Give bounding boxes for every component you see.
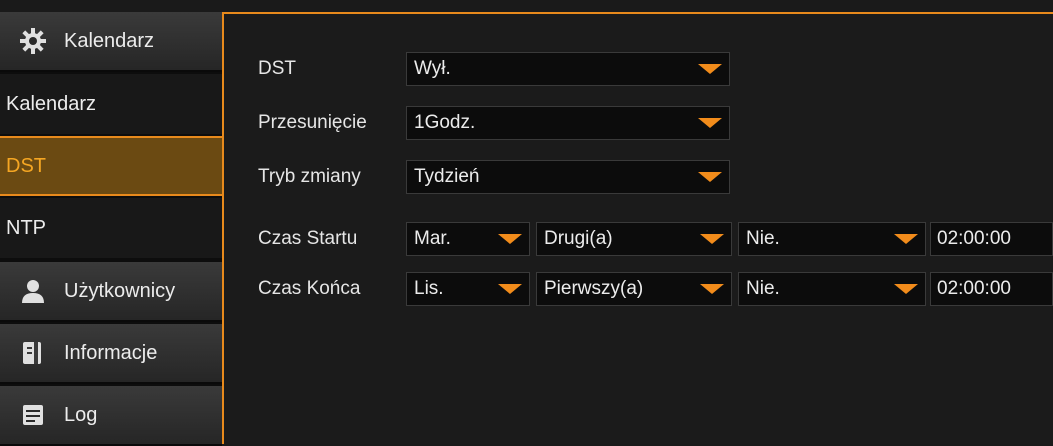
start-week-select[interactable]: Drugi(a) bbox=[536, 222, 732, 256]
chevron-down-icon[interactable] bbox=[887, 223, 925, 255]
end-time-value: 02:00:00 bbox=[937, 278, 1011, 299]
sidebar-item-users[interactable]: Użytkownicy bbox=[0, 262, 222, 322]
sidebar-item-label: NTP bbox=[6, 216, 46, 239]
sidebar-item-label: Kalendarz bbox=[6, 92, 97, 115]
end-week-value: Pierwszy(a) bbox=[544, 278, 644, 299]
sidebar-item-ntp[interactable]: NTP bbox=[0, 198, 222, 258]
end-day-select[interactable]: Nie. bbox=[738, 272, 926, 306]
mode-label: Tryb zmiany bbox=[258, 166, 361, 187]
chevron-down-icon[interactable] bbox=[691, 53, 729, 85]
sidebar-item-label: Informacje bbox=[64, 341, 158, 364]
start-time-input[interactable]: 02:00:00 bbox=[930, 222, 1053, 256]
chevron-down-icon[interactable] bbox=[491, 273, 529, 305]
sidebar-item-label: Użytkownicy bbox=[64, 279, 176, 302]
dst-label: DST bbox=[258, 58, 296, 79]
sidebar-header-calendar[interactable]: Kalendarz bbox=[0, 12, 222, 72]
user-icon bbox=[18, 276, 48, 306]
start-day-select[interactable]: Nie. bbox=[738, 222, 926, 256]
end-month-select[interactable]: Lis. bbox=[406, 272, 530, 306]
gear-icon bbox=[18, 26, 48, 56]
start-time-label: Czas Startu bbox=[258, 228, 358, 249]
mode-value: Tydzień bbox=[414, 166, 480, 187]
sidebar-item-label: Log bbox=[64, 403, 98, 426]
chevron-down-icon[interactable] bbox=[693, 273, 731, 305]
sidebar: Kalendarz Kalendarz DST NTP Użytkownicy … bbox=[0, 12, 222, 446]
offset-value: 1Godz. bbox=[414, 112, 476, 133]
offset-label: Przesunięcie bbox=[258, 112, 367, 133]
sidebar-item-label: DST bbox=[6, 154, 46, 177]
dst-select[interactable]: Wył. bbox=[406, 52, 730, 86]
chevron-down-icon[interactable] bbox=[691, 161, 729, 193]
info-icon bbox=[18, 338, 48, 368]
start-week-value: Drugi(a) bbox=[544, 228, 613, 249]
end-month-value: Lis. bbox=[414, 278, 444, 299]
offset-select[interactable]: 1Godz. bbox=[406, 106, 730, 140]
start-month-value: Mar. bbox=[414, 228, 451, 249]
sidebar-item-dst[interactable]: DST bbox=[0, 136, 222, 196]
sidebar-header-label: Kalendarz bbox=[64, 29, 155, 52]
sidebar-item-kalendarz[interactable]: Kalendarz bbox=[0, 74, 222, 134]
end-time-input[interactable]: 02:00:00 bbox=[930, 272, 1053, 306]
dst-value: Wył. bbox=[414, 58, 451, 79]
log-icon bbox=[18, 400, 48, 430]
mode-select[interactable]: Tydzień bbox=[406, 160, 730, 194]
chevron-down-icon[interactable] bbox=[491, 223, 529, 255]
end-day-value: Nie. bbox=[746, 278, 780, 299]
start-time-value: 02:00:00 bbox=[937, 228, 1011, 249]
start-day-value: Nie. bbox=[746, 228, 780, 249]
chevron-down-icon[interactable] bbox=[887, 273, 925, 305]
sidebar-item-log[interactable]: Log bbox=[0, 386, 222, 446]
dst-settings-panel: DST Wył. Przesunięcie 1Godz. Tryb zmiany… bbox=[222, 12, 1053, 444]
start-month-select[interactable]: Mar. bbox=[406, 222, 530, 256]
chevron-down-icon[interactable] bbox=[693, 223, 731, 255]
chevron-down-icon[interactable] bbox=[691, 107, 729, 139]
sidebar-item-info[interactable]: Informacje bbox=[0, 324, 222, 384]
end-week-select[interactable]: Pierwszy(a) bbox=[536, 272, 732, 306]
end-time-label: Czas Końca bbox=[258, 278, 361, 299]
